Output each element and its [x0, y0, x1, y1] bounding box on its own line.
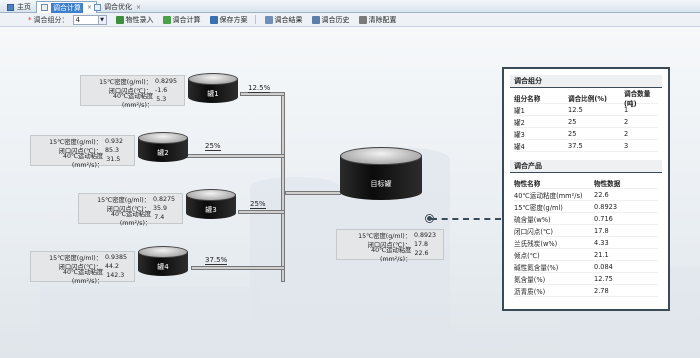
- tab-blend-calc[interactable]: 调合计算 ×: [36, 1, 98, 13]
- group-count-label: * 调合组分：: [28, 15, 69, 24]
- pencil-icon: [115, 15, 124, 24]
- table-row: 硫含量(w%) 0.716: [514, 213, 658, 225]
- chevron-down-icon[interactable]: ▼: [97, 15, 106, 24]
- divider: [254, 15, 256, 24]
- history-icon: [311, 15, 320, 24]
- pipe-tank4: [191, 266, 285, 270]
- table-row: 罐1 12.5 1: [514, 104, 658, 116]
- save-plan-button[interactable]: 保存方案: [209, 15, 248, 25]
- tank-top: [138, 132, 188, 144]
- components-section-title: 调合组分: [510, 75, 662, 88]
- table-row: 罐4 37.5 3: [514, 140, 658, 152]
- tank-3[interactable]: 罐3: [186, 189, 236, 223]
- pipe-target: [285, 191, 341, 195]
- tab-bar: 主页 调合计算 × 调合优化 ×: [0, 0, 700, 13]
- group-count-select[interactable]: 4 ▼: [72, 14, 107, 25]
- clear-icon: [358, 15, 367, 24]
- save-icon: [209, 15, 218, 24]
- tank-2-ratio: 25%: [205, 142, 221, 151]
- tank-3-properties: 15℃密度(g/ml)： 0.8275 闭口闪点(℃)： 35.9 40℃运动粘度(…: [78, 193, 183, 227]
- tab-label: 主页: [17, 3, 31, 11]
- product-section-title: 调合产品: [510, 160, 662, 173]
- property-entry-button[interactable]: 物性录入: [115, 15, 154, 25]
- close-icon[interactable]: ×: [136, 4, 141, 11]
- tank-1-ratio: 12.5%: [248, 84, 271, 93]
- tank-top: [340, 147, 422, 165]
- tank-3-ratio: 25%: [250, 200, 266, 209]
- tab-home[interactable]: 主页: [3, 1, 35, 13]
- tank-4-properties: 15℃密度(g/ml)： 0.9385 闭口闪点(℃)： 44.2 40℃运动粘度(…: [30, 251, 135, 285]
- blend-calc-button[interactable]: 调合计算: [162, 15, 201, 25]
- blend-result-button[interactable]: 调合结果: [264, 15, 303, 25]
- pipe-tank2: [174, 154, 285, 158]
- table-row: 碱性氮含量(%) 0.084: [514, 261, 658, 273]
- result-icon: [264, 15, 273, 24]
- tank-4[interactable]: 罐4: [138, 246, 188, 280]
- tank-1-properties: 15℃密度(g/ml)： 0.8295 闭口闪点(℃)： -1.6 40℃运动粘度(…: [80, 75, 185, 109]
- target-properties: 15℃密度(g/ml)： 0.8923 闭口闪点(℃)： 17.8 40℃运动粘度(…: [336, 229, 444, 263]
- table-row: 闭口闪点(℃) 17.8: [514, 225, 658, 237]
- blend-history-button[interactable]: 调合历史: [311, 15, 350, 25]
- table-row: 兰氏残炭(w%) 4.33: [514, 237, 658, 249]
- page-icon: [94, 3, 101, 11]
- page-icon: [41, 4, 48, 11]
- table-row: 罐2 25 2: [514, 116, 658, 128]
- product-table: 物性名称 物性数据 40℃运动粘度(mm²/s) 22.6 15℃密度(g/ml)…: [514, 177, 658, 297]
- tank-top: [188, 73, 238, 85]
- connector-line: [431, 218, 501, 220]
- target-tank[interactable]: 目标罐: [340, 147, 422, 207]
- background-tank: [40, 287, 260, 358]
- home-icon: [7, 3, 14, 11]
- table-row: 罐3 25 2: [514, 128, 658, 140]
- main-pipe: [281, 92, 285, 282]
- tab-label: 调合计算: [51, 2, 83, 13]
- toolbar: * 调合组分： 4 ▼ 物性录入 调合计算 保存方案 调合结果 调合历史 清除配置: [0, 13, 700, 27]
- table-row: 倾点(℃) 21.1: [514, 249, 658, 261]
- tank-2[interactable]: 罐2: [138, 132, 188, 166]
- tank-2-properties: 15℃密度(g/ml)： 0.932 闭口闪点(℃)： 85.3 40℃运动粘度(m…: [30, 135, 135, 169]
- group-count-value: 4: [75, 15, 80, 24]
- calc-icon: [162, 15, 171, 24]
- tank-4-ratio: 37.5%: [205, 256, 228, 265]
- table-row: 沥青质(%) 2.78: [514, 285, 658, 297]
- table-row: 氮含量(%) 12.75: [514, 273, 658, 285]
- blend-summary-panel: 调合组分 组分名称 调合比例(%) 调合数量(吨) 罐1 12.5 1 罐2 2…: [502, 67, 670, 311]
- clear-config-button[interactable]: 清除配置: [358, 15, 397, 25]
- table-header: 组分名称 调合比例(%) 调合数量(吨): [514, 90, 658, 108]
- tank-top: [138, 246, 188, 258]
- tab-label: 调合优化: [104, 3, 132, 11]
- table-header: 物性名称 物性数据: [514, 177, 658, 189]
- table-row: 40℃运动粘度(mm²/s) 22.6: [514, 189, 658, 201]
- tank-top: [186, 189, 236, 201]
- tab-blend-optimize[interactable]: 调合优化 ×: [90, 1, 145, 13]
- tank-1[interactable]: 罐1: [188, 73, 238, 107]
- pipe-tank3: [238, 210, 285, 214]
- components-table: 组分名称 调合比例(%) 调合数量(吨) 罐1 12.5 1 罐2 25 2 罐…: [514, 90, 658, 152]
- table-row: 15℃密度(g/ml) 0.8923: [514, 201, 658, 213]
